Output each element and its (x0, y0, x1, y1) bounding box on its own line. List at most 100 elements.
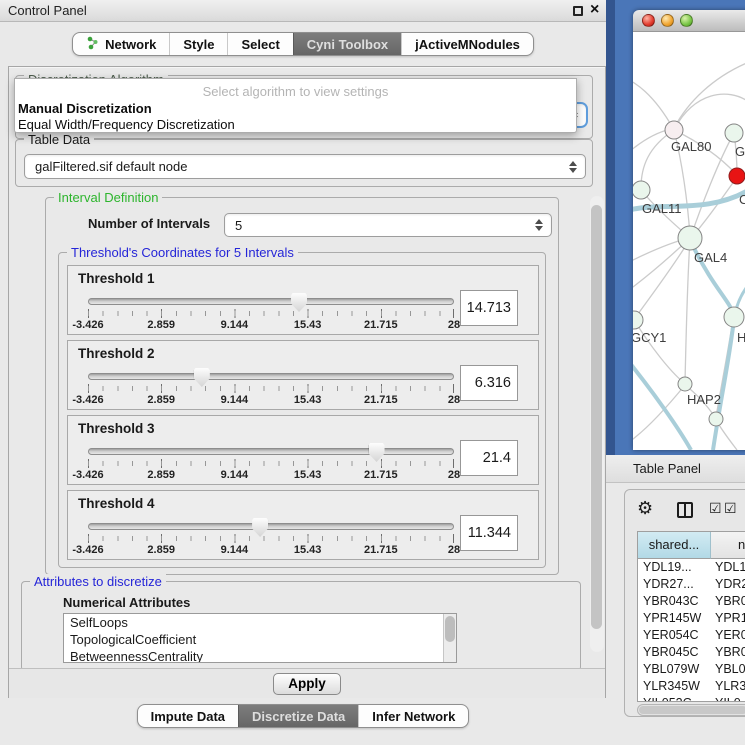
num-intervals-combo[interactable]: 5 (224, 213, 552, 237)
node-label-gcy1: GCY1 (633, 330, 666, 345)
node[interactable] (725, 124, 743, 142)
close-icon[interactable]: × (590, 1, 599, 19)
node-gcy1[interactable] (633, 311, 643, 329)
threshold-3-value-field[interactable]: 21.4 (460, 440, 518, 476)
network-icon (86, 36, 99, 53)
cyni-settings-panel: Discretization Algorithm Table Data galF… (8, 66, 606, 698)
threshold-1-value-field[interactable]: 14.713 (460, 290, 518, 326)
algorithm-option-equal-width[interactable]: Equal Width/Frequency Discretization (18, 117, 235, 132)
table-row[interactable]: YPR145WYPR1 (638, 610, 745, 627)
node-label-gal80: GAL80 (671, 139, 711, 154)
table-header-row: shared... n... (638, 532, 745, 559)
thresholds-group: Threshold's Coordinates for 5 Intervals … (58, 252, 546, 568)
table-panel: ⚙ ☑ ☑ shared... n... YDL19...YDL1 YDR27.… (624, 489, 745, 717)
interval-definition-title: Interval Definition (54, 190, 162, 205)
attributes-group-title: Attributes to discretize (30, 574, 166, 589)
checkbox-checked-icon[interactable]: ☑ (709, 500, 722, 517)
node-gal11[interactable] (633, 181, 650, 199)
table-row[interactable]: YLR345WYLR3 (638, 678, 745, 695)
settings-scrollbar[interactable] (590, 196, 604, 652)
table-row[interactable]: YDL19...YDL1 (638, 559, 745, 576)
slider-tick-labels: -3.426 2.859 9.144 15.43 21.715 28 (88, 544, 454, 557)
split-columns-icon[interactable] (677, 502, 693, 518)
interval-definition-group: Interval Definition Number of Intervals … (45, 197, 559, 575)
node-selected-red[interactable] (729, 168, 745, 184)
slider-track[interactable] (88, 448, 454, 455)
table-row[interactable]: YBR043CYBR0 (638, 593, 745, 610)
checkbox-checked-icon[interactable]: ☑ (724, 500, 737, 517)
slider-ticks (88, 309, 454, 318)
slider-ticks (88, 384, 454, 393)
gear-icon[interactable]: ⚙ (637, 498, 653, 519)
table-row[interactable]: YBL079WYBL0 (638, 661, 745, 678)
table-data-group: Table Data galFiltered.sif default node (15, 139, 593, 187)
threshold-4-label: Threshold 4 (78, 496, 155, 511)
close-traffic-light-icon[interactable] (642, 14, 655, 27)
network-view-frame: GAL80 GA GAL11 C GAL4 GCY1 H HAP2 (606, 0, 745, 455)
node-label-hap2: HAP2 (687, 392, 721, 407)
threshold-3-label: Threshold 3 (78, 421, 155, 436)
combo-arrows-icon (535, 219, 543, 231)
network-window: GAL80 GA GAL11 C GAL4 GCY1 H HAP2 (633, 10, 745, 450)
minimize-traffic-light-icon[interactable] (661, 14, 674, 27)
control-panel: Control Panel × Network Style Select Cyn… (0, 0, 606, 745)
network-graph: GAL80 GA GAL11 C GAL4 GCY1 H HAP2 (633, 32, 745, 450)
float-window-icon[interactable] (573, 6, 583, 16)
network-window-titlebar (633, 10, 745, 32)
node-label-gal4: GAL4 (694, 250, 727, 265)
table-horizontal-scrollbar[interactable] (637, 704, 745, 716)
algorithm-option-manual[interactable]: Manual Discretization (18, 101, 152, 116)
top-tabbar: Network Style Select Cyni Toolbox jActiv… (0, 32, 606, 56)
table-row[interactable]: YER054CYER0 (638, 627, 745, 644)
num-intervals-value: 5 (235, 214, 242, 237)
scrollbar-thumb[interactable] (591, 205, 602, 629)
tab-network[interactable]: Network (73, 33, 169, 55)
scrollbar-thumb[interactable] (639, 706, 745, 714)
slider-track[interactable] (88, 373, 454, 380)
slider-tick-labels: -3.426 2.859 9.144 15.43 21.715 28 (88, 319, 454, 332)
node-label-partial: C (739, 192, 745, 207)
tab-discretize-data[interactable]: Discretize Data (238, 705, 358, 727)
tab-select[interactable]: Select (227, 33, 292, 55)
threshold-3-slider[interactable]: -3.426 2.859 9.144 15.43 21.715 28 (88, 448, 454, 455)
node-label-gal11: GAL11 (642, 201, 682, 216)
apply-button[interactable]: Apply (273, 673, 341, 695)
slider-track[interactable] (88, 523, 454, 530)
table-row[interactable]: YIL052CYIL0 (638, 695, 745, 702)
node-h[interactable] (724, 307, 744, 327)
column-header-shared[interactable]: shared... (638, 532, 711, 559)
node[interactable] (709, 412, 723, 426)
table-row[interactable]: YDR27...YDR2 (638, 576, 745, 593)
threshold-4-slider[interactable]: -3.426 2.859 9.144 15.43 21.715 28 (88, 523, 454, 530)
threshold-1-label: Threshold 1 (78, 271, 155, 286)
threshold-4-value-field[interactable]: 11.344 (460, 515, 518, 551)
numerical-attributes-list: SelfLoops TopologicalCoefficient Between… (63, 613, 457, 663)
threshold-1-slider[interactable]: -3.426 2.859 9.144 15.43 21.715 28 (88, 298, 454, 305)
tab-cyni-toolbox[interactable]: Cyni Toolbox (293, 33, 401, 55)
network-canvas[interactable]: GAL80 GA GAL11 C GAL4 GCY1 H HAP2 (633, 32, 745, 450)
node-label-partial: GA (735, 144, 745, 159)
node-hap2[interactable] (678, 377, 692, 391)
threshold-2-label: Threshold 2 (78, 346, 155, 361)
panel-title: Control Panel (8, 0, 87, 21)
tab-impute-data[interactable]: Impute Data (138, 705, 238, 727)
threshold-panel-1: Threshold 1 -3.426 2.859 9.144 15.43 21.… (67, 265, 539, 335)
list-scrollbar[interactable] (443, 614, 456, 662)
list-item[interactable]: TopologicalCoefficient (64, 631, 456, 648)
tab-style[interactable]: Style (169, 33, 227, 55)
zoom-traffic-light-icon[interactable] (680, 14, 693, 27)
node-gal4[interactable] (678, 226, 702, 250)
list-item[interactable]: SelfLoops (64, 614, 456, 631)
node-gal80[interactable] (665, 121, 683, 139)
table-row[interactable]: YBR045CYBR0 (638, 644, 745, 661)
table-panel-title: Table Panel (633, 461, 701, 476)
table-data-combo[interactable]: galFiltered.sif default node (24, 154, 586, 179)
list-item[interactable]: BetweennessCentrality (64, 648, 456, 663)
numerical-attributes-label: Numerical Attributes (63, 595, 190, 610)
tab-jactivemnodules[interactable]: jActiveMNodules (401, 33, 533, 55)
slider-track[interactable] (88, 298, 454, 305)
tab-infer-network[interactable]: Infer Network (358, 705, 468, 727)
column-header-name[interactable]: n... (711, 532, 745, 559)
threshold-2-value-field[interactable]: 6.316 (460, 365, 518, 401)
threshold-2-slider[interactable]: -3.426 2.859 9.144 15.43 21.715 28 (88, 373, 454, 380)
